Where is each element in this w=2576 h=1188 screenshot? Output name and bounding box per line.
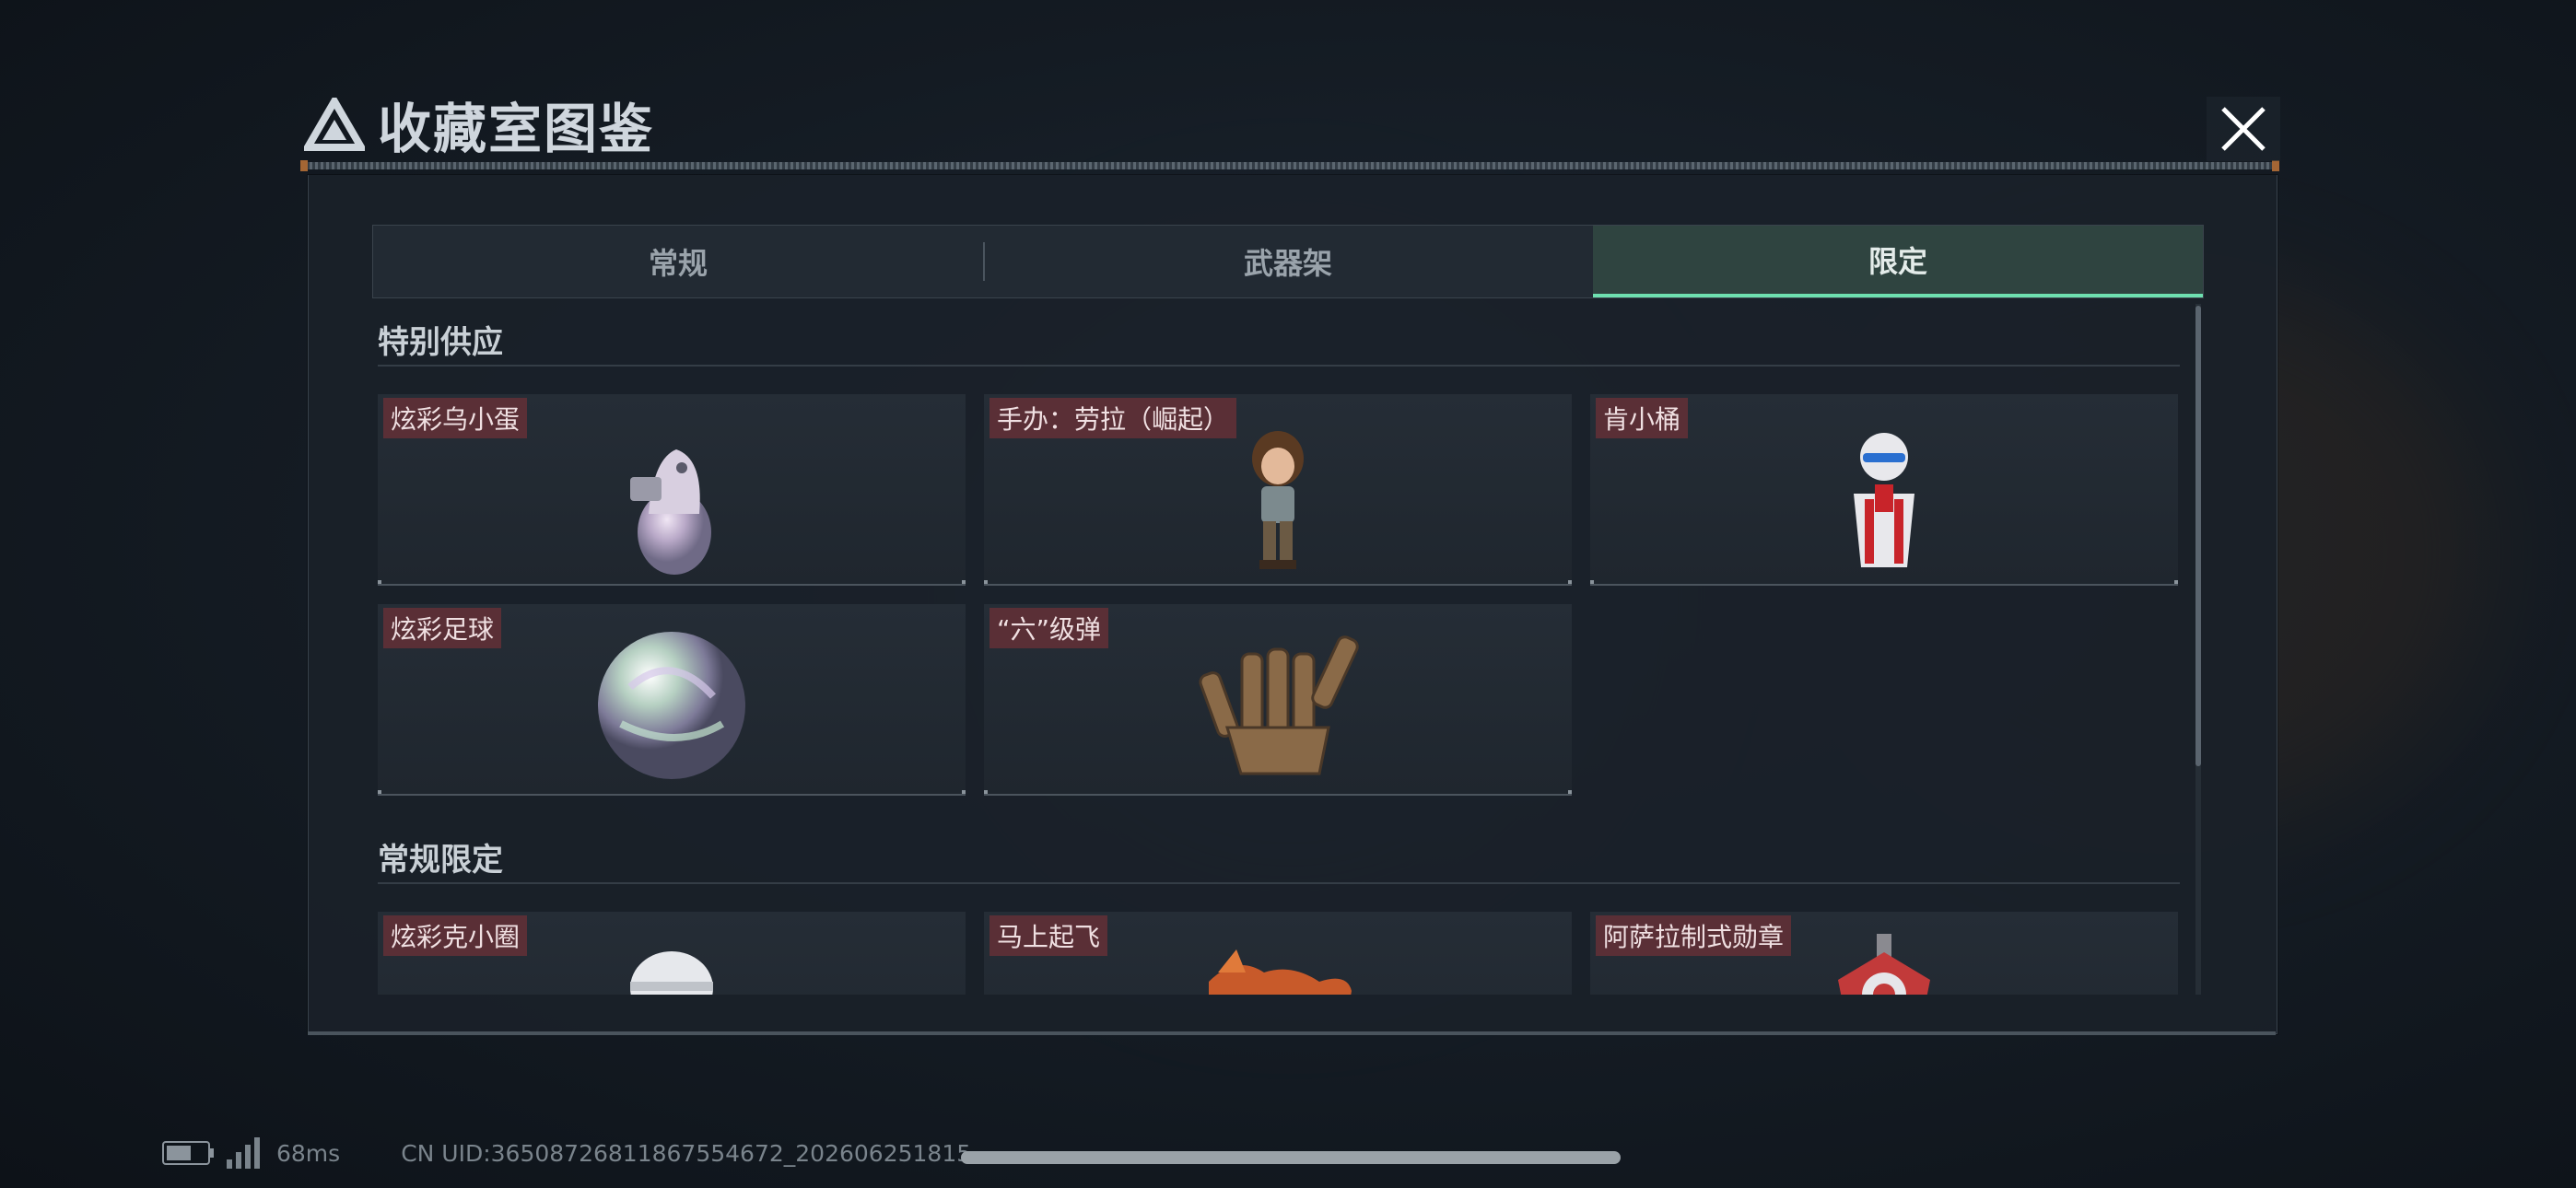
item-label: 手办：劳拉（崛起） xyxy=(989,398,1237,438)
item-label: 肯小桶 xyxy=(1596,398,1689,438)
section-title-special-supply: 特别供应 xyxy=(378,324,503,361)
signal-icon xyxy=(227,1137,260,1169)
home-indicator[interactable] xyxy=(961,1151,1621,1164)
horse-icon xyxy=(1209,949,1352,995)
collection-card[interactable]: 炫彩克小圈 xyxy=(378,912,966,995)
tab-limited[interactable]: 限定 xyxy=(1593,226,2203,297)
header-divider xyxy=(300,160,2279,171)
item-label: 炫彩足球 xyxy=(383,608,502,648)
uid-text: CN UID:365087268118675546​72_20260625181… xyxy=(401,1139,972,1167)
item-label: “六”级弹 xyxy=(989,608,1109,648)
skull-icon xyxy=(630,951,713,995)
panel-bottom-border xyxy=(308,1031,2276,1035)
item-label: 阿萨拉制式勋章 xyxy=(1596,915,1792,956)
collection-card[interactable]: 炫彩足球 xyxy=(378,604,966,796)
item-label: 炫彩克小圈 xyxy=(383,915,528,956)
close-button[interactable] xyxy=(2207,97,2280,161)
page-title: 收藏室图鉴 xyxy=(378,98,655,160)
tab-weapon-rack[interactable]: 武器架 xyxy=(983,226,1593,297)
collection-card[interactable]: 肯小桶 xyxy=(1590,394,2178,586)
collection-card[interactable]: 马上起飞 xyxy=(984,912,1572,995)
panel-header: 收藏室图鉴 xyxy=(304,87,654,161)
football-icon xyxy=(598,632,745,779)
close-icon xyxy=(2221,107,2266,151)
battery-icon xyxy=(162,1141,214,1165)
collection-card[interactable]: 炫彩乌小蛋 xyxy=(378,394,966,586)
scrollbar-thumb[interactable] xyxy=(2195,306,2201,766)
medal-icon xyxy=(1838,934,1930,995)
collection-list[interactable]: 特别供应 炫彩乌小蛋 手办：劳拉（崛起） 肯小桶 炫彩足球 “六”级弹 常规限定… xyxy=(372,304,2202,995)
collection-card[interactable]: 阿萨拉制式勋章 xyxy=(1590,912,2178,995)
status-bar: 68ms CN UID:365087268118675546​72_202606… xyxy=(162,1135,971,1171)
item-label: 炫彩乌小蛋 xyxy=(383,398,528,438)
section-divider xyxy=(378,882,2180,884)
bullet-hand-icon xyxy=(1199,635,1359,775)
section-title-regular-limited: 常规限定 xyxy=(378,842,503,879)
collection-card[interactable]: “六”级弹 xyxy=(984,604,1572,796)
figure-icon xyxy=(1252,431,1304,569)
category-tabs: 常规 武器架 限定 xyxy=(372,225,2204,298)
section-divider xyxy=(378,365,2180,367)
bucket-mascot-icon xyxy=(1854,433,1914,567)
ping-value: 68ms xyxy=(276,1139,341,1167)
egg-creature-icon xyxy=(630,449,711,575)
collection-card[interactable]: 手办：劳拉（崛起） xyxy=(984,394,1572,586)
item-label: 马上起飞 xyxy=(989,915,1108,956)
tab-regular[interactable]: 常规 xyxy=(373,226,983,297)
delta-logo-icon xyxy=(304,98,365,151)
